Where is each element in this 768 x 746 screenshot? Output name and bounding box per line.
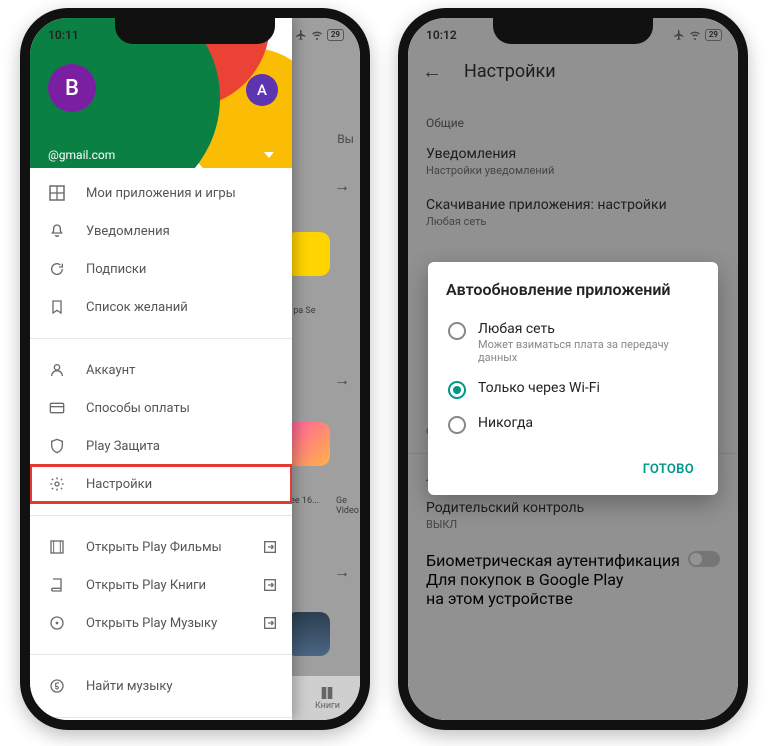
grid-icon (48, 184, 66, 202)
battery-icon: 29 (705, 29, 722, 41)
radio-label: Только через Wi-Fi (478, 380, 600, 396)
divider (30, 515, 292, 516)
peek-content: Вы → DT pa Se → onee 16... Ge Video → (282, 54, 360, 720)
drawer-item-label: Найти музыку (86, 679, 173, 694)
external-icon (262, 539, 278, 555)
radio-icon (448, 322, 466, 340)
book-icon (319, 685, 335, 701)
drawer-item-label: Подписки (86, 262, 146, 277)
drawer-section-2: Аккаунт Способы оплаты Play Защита Настр… (30, 345, 292, 509)
airplane-icon (673, 29, 685, 41)
card-icon (48, 399, 66, 417)
music-disc-icon (48, 614, 66, 632)
phone-left: 10:11 29 Вы → DT pa Se → onee 16... Ge V… (20, 8, 370, 730)
drawer-item-label: Открыть Play Фильмы (86, 540, 222, 555)
drawer-item-account[interactable]: Аккаунт (30, 351, 292, 389)
avatar-primary[interactable]: B (48, 64, 96, 112)
music-note-icon (48, 677, 66, 695)
refresh-icon (48, 260, 66, 278)
drawer-item-label: Открыть Play Книги (86, 578, 206, 593)
dialog-title: Автообновление приложений (446, 280, 700, 299)
drawer-item-payment[interactable]: Способы оплаты (30, 389, 292, 427)
radio-wifi-only[interactable]: Только через Wi-Fi (446, 372, 700, 407)
radio-never[interactable]: Никогда (446, 407, 700, 442)
shield-icon (48, 437, 66, 455)
radio-label: Никогда (478, 415, 533, 431)
divider (30, 717, 292, 718)
phone-right: 10:12 29 ← Настройки Общие Уведомления Н… (398, 8, 748, 730)
done-button[interactable]: ГОТОВО (637, 454, 700, 485)
drawer-item-books[interactable]: Открыть Play Книги (30, 566, 292, 604)
drawer-item-label: Play Защита (86, 439, 160, 454)
status-time: 10:11 (48, 28, 79, 42)
external-icon (262, 615, 278, 631)
peek-tile-dark (286, 612, 330, 656)
bell-icon (48, 222, 66, 240)
film-icon (48, 538, 66, 556)
wifi-icon (311, 29, 323, 41)
drawer-item-find-music[interactable]: Найти музыку (30, 667, 292, 705)
avatar-secondary[interactable]: A (246, 74, 278, 106)
auto-update-dialog: Автообновление приложений Любая сеть Мож… (428, 262, 718, 495)
radio-label: Любая сеть (478, 321, 698, 337)
battery-icon: 29 (327, 29, 344, 41)
drawer-item-label: Уведомления (86, 224, 170, 239)
drawer-section-1: Мои приложения и игры Уведомления Подпис… (30, 168, 292, 332)
divider (30, 654, 292, 655)
drawer-item-wishlist[interactable]: Список желаний (30, 288, 292, 326)
account-email: @gmail.com (48, 148, 115, 162)
status-icons: 29 (295, 29, 344, 41)
arrow-icon: → (334, 176, 350, 196)
drawer-section-3: Открыть Play Фильмы Открыть Play Книги О… (30, 522, 292, 648)
radio-icon (448, 381, 466, 399)
peek-caption-3: Ge Video (336, 496, 364, 517)
drawer-item-my-apps[interactable]: Мои приложения и игры (30, 174, 292, 212)
bottom-nav-books[interactable]: Книги (315, 685, 340, 711)
wifi-icon (689, 29, 701, 41)
external-icon (262, 577, 278, 593)
account-email-row[interactable]: @gmail.com (30, 148, 292, 162)
arrow-icon: → (334, 370, 350, 390)
book-icon (48, 576, 66, 594)
drawer-item-label: Способы оплаты (86, 401, 190, 416)
drawer-item-label: Открыть Play Музыку (86, 616, 217, 631)
airplane-icon (295, 29, 307, 41)
peek-tile-yellow (286, 232, 330, 276)
drawer-item-label: Аккаунт (86, 363, 135, 378)
radio-sublabel: Может взиматься плата за передачу данных (478, 338, 698, 364)
drawer-item-subscriptions[interactable]: Подписки (30, 250, 292, 288)
drawer-item-label: Мои приложения и игры (86, 186, 236, 201)
radio-icon (448, 416, 466, 434)
drawer-item-protect[interactable]: Play Защита (30, 427, 292, 465)
bottom-nav-label: Книги (315, 701, 340, 711)
drawer-item-notifications[interactable]: Уведомления (30, 212, 292, 250)
drawer-section-4: Найти музыку (30, 661, 292, 711)
status-icons: 29 (673, 29, 722, 41)
user-icon (48, 361, 66, 379)
chevron-down-icon (264, 152, 274, 158)
drawer-item-films[interactable]: Открыть Play Фильмы (30, 528, 292, 566)
nav-drawer: B A @gmail.com Мои приложения и игры Уве… (30, 18, 292, 720)
peek-tab: Вы (337, 132, 354, 146)
bookmark-icon (48, 298, 66, 316)
peek-tile-gradient (286, 422, 330, 466)
drawer-item-label: Настройки (86, 477, 152, 492)
drawer-item-label: Список желаний (86, 300, 188, 315)
divider (30, 338, 292, 339)
drawer-item-music[interactable]: Открыть Play Музыку (30, 604, 292, 642)
status-time: 10:12 (426, 28, 457, 42)
radio-any-network[interactable]: Любая сеть Может взиматься плата за пере… (446, 313, 700, 372)
gear-icon (48, 475, 66, 493)
drawer-item-settings[interactable]: Настройки (30, 465, 292, 503)
notch (493, 18, 653, 44)
arrow-icon: → (334, 562, 350, 582)
notch (115, 18, 275, 44)
dialog-actions: ГОТОВО (446, 454, 700, 485)
